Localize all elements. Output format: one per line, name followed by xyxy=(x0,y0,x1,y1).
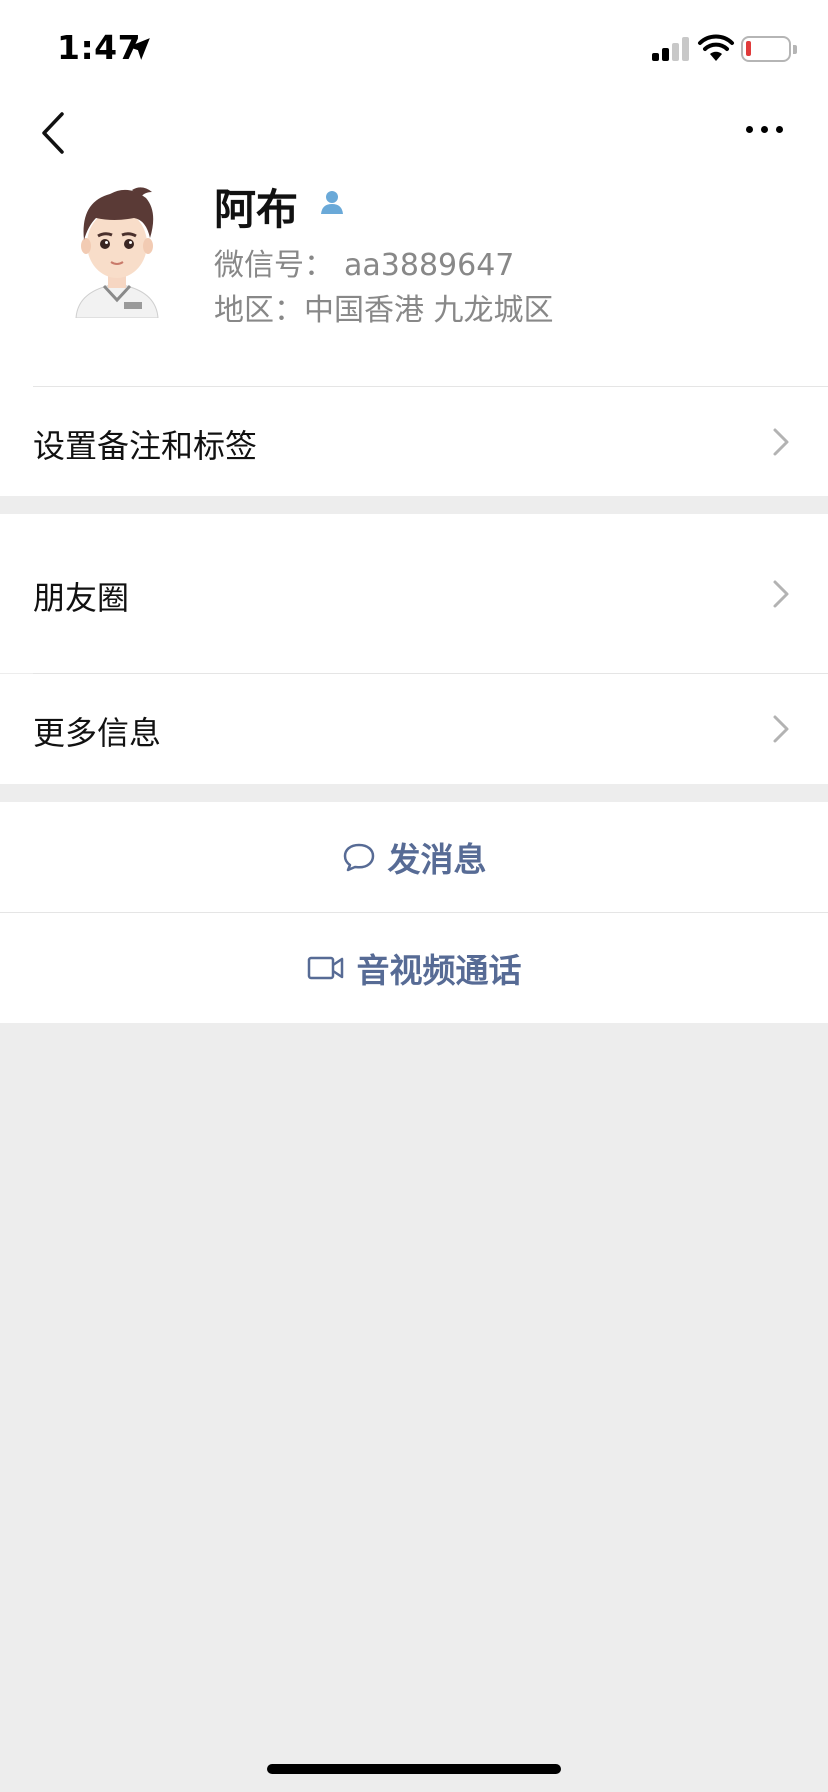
location-arrow-icon xyxy=(128,38,150,60)
contact-name: 阿布 xyxy=(214,185,299,234)
wechat-id-label: 微信号： xyxy=(214,248,334,283)
avatar[interactable] xyxy=(62,178,172,318)
moments-label: 朋友圈 xyxy=(33,579,130,617)
back-button[interactable] xyxy=(34,108,74,158)
send-message-button[interactable]: 发消息 xyxy=(0,802,828,912)
cellular-signal-icon xyxy=(652,37,690,61)
region-value: 中国香港 九龙城区 xyxy=(304,293,554,328)
wechat-id-row: 微信号： aa3889647 xyxy=(214,240,514,284)
battery-icon xyxy=(741,36,797,62)
region-row: 地区：中国香港 九龙城区 xyxy=(214,285,554,329)
moments-row[interactable]: 朋友圈 xyxy=(0,514,828,673)
wechat-id-value: aa3889647 xyxy=(344,248,515,283)
home-indicator[interactable] xyxy=(267,1764,561,1774)
chat-bubble-icon xyxy=(343,843,374,872)
more-info-row[interactable]: 更多信息 xyxy=(0,674,828,784)
chevron-right-icon xyxy=(773,715,789,743)
contact-profile-screen: 1:47 阿布 微信号： aa3889647 地区：中国香港 九龙城区 设置备注… xyxy=(0,0,828,1792)
contact-person-icon xyxy=(321,191,343,214)
more-options-button[interactable] xyxy=(740,114,790,144)
more-info-label: 更多信息 xyxy=(33,714,162,752)
region-label: 地区： xyxy=(214,293,304,328)
remark-tags-row[interactable]: 设置备注和标签 xyxy=(0,387,828,496)
send-message-label: 发消息 xyxy=(387,840,487,879)
remark-tags-label: 设置备注和标签 xyxy=(33,427,258,465)
wifi-icon xyxy=(698,34,734,61)
video-camera-icon xyxy=(307,956,343,980)
video-call-label: 音视频通话 xyxy=(356,951,522,990)
video-call-button[interactable]: 音视频通话 xyxy=(0,913,828,1023)
chevron-right-icon xyxy=(773,428,789,456)
chevron-right-icon xyxy=(773,580,789,608)
